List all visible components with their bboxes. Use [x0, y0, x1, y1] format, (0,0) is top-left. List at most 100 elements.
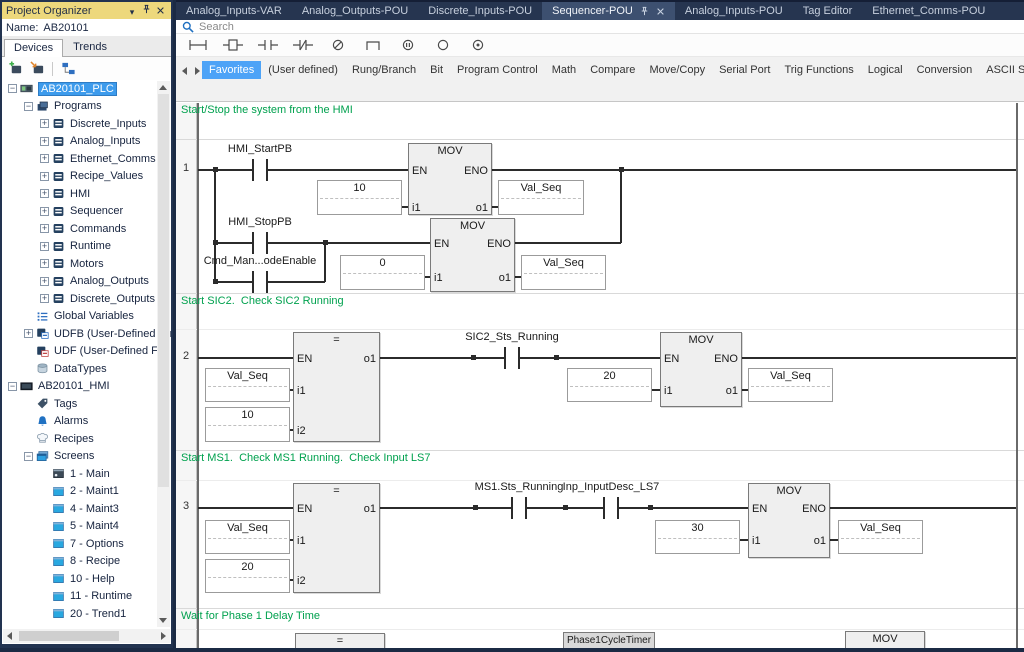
contact-bar[interactable] — [266, 159, 268, 181]
category-ascii-string[interactable]: ASCII String — [979, 61, 1024, 79]
ladder-param-val-seq[interactable]: Val_Seq — [748, 368, 833, 402]
tree-item-ab20101-hmi[interactable]: −AB20101_HMI — [2, 378, 171, 396]
expander-icon[interactable]: + — [40, 294, 49, 303]
contact-label-hmi-startpb[interactable]: HMI_StartPB — [185, 143, 335, 155]
expander-icon[interactable]: + — [40, 137, 49, 146]
category-logical[interactable]: Logical — [861, 61, 910, 79]
ladder-param-30[interactable]: 30 — [655, 520, 740, 554]
import-device-icon[interactable] — [28, 60, 46, 77]
expander-icon[interactable]: + — [40, 154, 49, 163]
tree-item-sequencer[interactable]: +Sequencer — [2, 203, 171, 221]
ladder-block-mov[interactable]: MOVENi1ENOo1 — [408, 143, 492, 215]
set-coil-icon[interactable] — [396, 37, 420, 53]
tree-item-analog-inputs[interactable]: +Analog_Inputs — [2, 133, 171, 151]
ladder-param-val-seq[interactable]: Val_Seq — [498, 180, 584, 215]
rung-comment[interactable]: Start SIC2. Check SIC2 Running — [181, 295, 344, 307]
tree-item-20-trend1[interactable]: 20 - Trend1 — [2, 605, 171, 623]
ladder-param-0[interactable]: 0 — [340, 255, 425, 290]
expander-icon[interactable]: + — [40, 207, 49, 216]
tree-item-10-help[interactable]: 10 - Help — [2, 570, 171, 588]
category-serial-port[interactable]: Serial Port — [712, 61, 777, 79]
category-scroll-arrows[interactable] — [180, 64, 202, 78]
topology-icon[interactable] — [59, 60, 77, 77]
contact-bar[interactable] — [252, 271, 254, 293]
category-conversion[interactable]: Conversion — [910, 61, 980, 79]
ladder-param-val-seq[interactable]: Val_Seq — [521, 255, 606, 290]
expander-icon[interactable]: − — [24, 452, 33, 461]
scrollbar-thumb[interactable] — [19, 631, 119, 641]
ladder-block-mov[interactable]: MOVENi1ENOo1 — [660, 332, 742, 407]
category-favorites[interactable]: Favorites — [202, 61, 261, 79]
scroll-right-icon[interactable] — [195, 67, 200, 75]
tree-item-screens[interactable]: −Screens — [2, 448, 171, 466]
scroll-left-icon[interactable] — [182, 67, 187, 75]
editor-tab-discrete-inputs-pou[interactable]: Discrete_Inputs-POU — [418, 2, 542, 20]
tree-item-runtime[interactable]: +Runtime — [2, 238, 171, 256]
scroll-up-icon[interactable] — [159, 85, 167, 90]
ladder-block-mov[interactable]: MOV — [845, 631, 925, 648]
ladder-block-[interactable]: = — [295, 633, 385, 648]
tree-item-discrete-outputs[interactable]: +Discrete_Outputs — [2, 290, 171, 308]
ladder-block-mov[interactable]: MOVENi1ENOo1 — [430, 218, 515, 292]
category-trig-functions[interactable]: Trig Functions — [777, 61, 860, 79]
ladder-param-20[interactable]: 20 — [205, 559, 290, 593]
category-bit[interactable]: Bit — [423, 61, 450, 79]
pin-icon[interactable] — [639, 6, 650, 17]
tree-item-7-options[interactable]: 7 - Options — [2, 535, 171, 553]
expander-icon[interactable]: − — [8, 382, 17, 391]
add-device-icon[interactable] — [6, 60, 24, 77]
expander-icon[interactable]: − — [24, 102, 33, 111]
contact-label-hmi-stoppb[interactable]: HMI_StopPB — [185, 216, 335, 228]
contact-label-cmd-man-odeenable[interactable]: Cmd_Man...odeEnable — [185, 255, 335, 267]
tree-item-udfb-user-defined-fu[interactable]: +UDFB (User-Defined Fu — [2, 325, 171, 343]
contact-bar[interactable] — [504, 347, 506, 369]
tree-item-11-runtime[interactable]: 11 - Runtime — [2, 588, 171, 606]
contact-bar[interactable] — [525, 497, 527, 519]
rung-comment[interactable]: Start/Stop the system from the HMI — [181, 104, 353, 116]
tree-item-motors[interactable]: +Motors — [2, 255, 171, 273]
contact-bar[interactable] — [252, 159, 254, 181]
project-organizer-header[interactable]: Project Organizer ▾ — [2, 2, 171, 19]
expander-icon[interactable]: − — [8, 84, 17, 93]
tree-item-5-maint4[interactable]: 5 - Maint4 — [2, 518, 171, 536]
expander-icon[interactable]: + — [40, 172, 49, 181]
category-rung-branch[interactable]: Rung/Branch — [345, 61, 423, 79]
scroll-left-icon[interactable] — [7, 632, 12, 640]
category-compare[interactable]: Compare — [583, 61, 642, 79]
branch-icon[interactable] — [361, 37, 385, 53]
ladder-param-10[interactable]: 10 — [317, 180, 402, 215]
tree-item-2-maint1[interactable]: 2 - Maint1 — [2, 483, 171, 501]
tree-horizontal-scrollbar[interactable] — [3, 629, 170, 643]
rung-icon[interactable] — [186, 37, 210, 53]
pulse-coil-icon[interactable] — [466, 37, 490, 53]
editor-tab-analog-outputs-pou[interactable]: Analog_Outputs-POU — [292, 2, 418, 20]
ladder-block-mov[interactable]: MOVENi1ENOo1 — [748, 483, 830, 558]
ladder-param-10[interactable]: 10 — [205, 407, 290, 442]
tree-item-udf-user-defined-fur[interactable]: UDF (User-Defined Fur — [2, 343, 171, 361]
tree-item-4-maint3[interactable]: 4 - Maint3 — [2, 500, 171, 518]
tree-item-hmi[interactable]: +HMI — [2, 185, 171, 203]
tree-item-analog-outputs[interactable]: +Analog_Outputs — [2, 273, 171, 291]
instance-plate-phase1cycletimer[interactable]: Phase1CycleTimer — [563, 632, 655, 648]
contact-bar[interactable] — [252, 232, 254, 254]
tree-item-recipe-values[interactable]: +Recipe_Values — [2, 168, 171, 186]
tree-item-8-recipe[interactable]: 8 - Recipe — [2, 553, 171, 571]
close-icon[interactable] — [153, 4, 167, 17]
ladder-param-val-seq[interactable]: Val_Seq — [838, 520, 923, 554]
tree-item-ethernet-comms[interactable]: +Ethernet_Comms — [2, 150, 171, 168]
expander-icon[interactable]: + — [40, 259, 49, 268]
contact-bar[interactable] — [266, 232, 268, 254]
tree-item-discrete-inputs[interactable]: +Discrete_Inputs — [2, 115, 171, 133]
expander-icon[interactable]: + — [24, 329, 33, 338]
tree-item-tags[interactable]: Tags — [2, 395, 171, 413]
expander-icon[interactable]: + — [40, 224, 49, 233]
close-icon[interactable] — [656, 7, 665, 16]
editor-tab-analog-inputs-pou[interactable]: Analog_Inputs-POU — [675, 2, 793, 20]
tree-item-ab20101-plc[interactable]: −AB20101_PLC — [2, 80, 171, 98]
contact-bar[interactable] — [603, 497, 605, 519]
reverse-contact-icon[interactable] — [291, 37, 315, 53]
editor-tab-tag-editor[interactable]: Tag Editor — [793, 2, 863, 20]
editor-tab-sequencer-pou[interactable]: Sequencer-POU — [542, 2, 675, 20]
scrollbar-thumb[interactable] — [158, 94, 169, 487]
tree-item-alarms[interactable]: Alarms — [2, 413, 171, 431]
